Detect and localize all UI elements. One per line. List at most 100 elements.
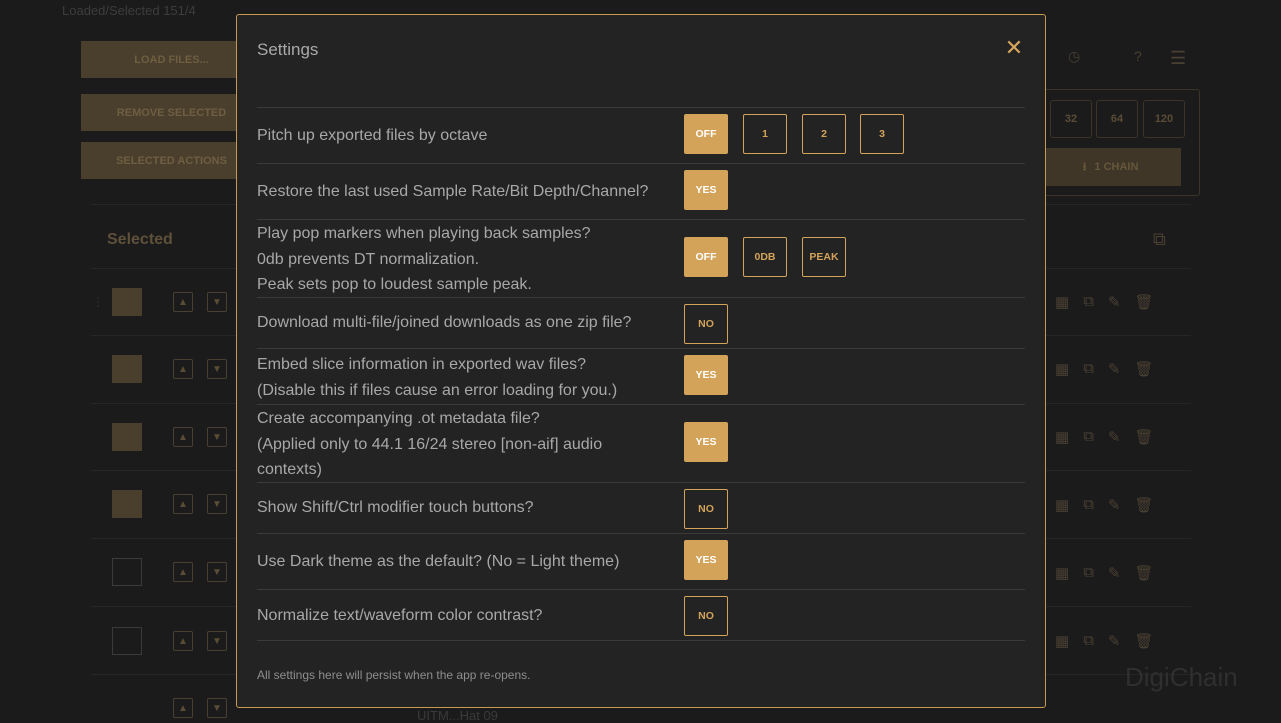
pop-peak-option[interactable]: PEAK xyxy=(802,237,846,277)
download-icon: ⭳ xyxy=(1082,160,1087,173)
row-actions: ▦ ⧉ ✎ 🗑 xyxy=(1055,632,1154,650)
move-down-icon[interactable]: ▼ xyxy=(207,494,227,514)
row-actions: ▦ ⧉ ✎ 🗑 xyxy=(1055,293,1154,311)
setting-row-pop-markers: Play pop markers when playing back sampl… xyxy=(257,219,1025,297)
row-select-checkbox[interactable] xyxy=(112,288,142,316)
row-select-checkbox[interactable] xyxy=(112,627,142,655)
restore-rate-toggle[interactable]: YES xyxy=(684,170,728,210)
modifier-buttons-toggle[interactable]: NO xyxy=(684,489,728,529)
edit-icon[interactable]: ✎ xyxy=(1108,632,1121,650)
setting-label: Download multi-file/joined downloads as … xyxy=(257,314,632,331)
dialog-footer-note: All settings here will persist when the … xyxy=(257,668,531,682)
setting-label: Show Shift/Ctrl modifier touch buttons? xyxy=(257,499,534,516)
edit-icon[interactable]: ✎ xyxy=(1108,496,1121,514)
normalize-contrast-toggle[interactable]: NO xyxy=(684,596,728,636)
setting-row-zip-download: Download multi-file/joined downloads as … xyxy=(257,297,1025,348)
duplicate-icon[interactable]: ⧉ xyxy=(1083,360,1094,378)
duplicate-icon[interactable]: ⧉ xyxy=(1153,229,1166,250)
move-up-icon[interactable]: ▲ xyxy=(173,427,193,447)
edit-icon[interactable]: ✎ xyxy=(1108,564,1121,582)
loaded-status: Loaded/Selected 151/4 xyxy=(62,3,196,18)
setting-label: Use Dark theme as the default? (No = Lig… xyxy=(257,553,620,570)
slices-icon[interactable]: ▦ xyxy=(1055,428,1069,446)
setting-label: Normalize text/waveform color contrast? xyxy=(257,607,543,624)
row-select-checkbox[interactable] xyxy=(112,558,142,586)
selected-column-header: Selected xyxy=(107,231,173,248)
ot-metadata-toggle[interactable]: YES xyxy=(684,422,728,462)
slices-icon[interactable]: ▦ xyxy=(1055,496,1069,514)
move-down-icon[interactable]: ▼ xyxy=(207,292,227,312)
row-select-checkbox[interactable] xyxy=(112,423,142,451)
delete-icon[interactable]: 🗑 xyxy=(1134,496,1153,514)
delete-icon[interactable]: 🗑 xyxy=(1134,360,1153,378)
timer-icon[interactable]: ◷ xyxy=(1068,48,1080,65)
slice-64-button[interactable]: 64 xyxy=(1096,100,1138,138)
row-select-checkbox[interactable] xyxy=(112,355,142,383)
duplicate-icon[interactable]: ⧉ xyxy=(1083,632,1094,650)
move-up-icon[interactable]: ▲ xyxy=(173,631,193,651)
drag-handle-icon[interactable]: ⋮ xyxy=(92,295,104,309)
pitch-1-option[interactable]: 1 xyxy=(743,114,787,154)
pitch-off-option[interactable]: OFF xyxy=(684,114,728,154)
help-icon[interactable]: ? xyxy=(1134,48,1142,64)
setting-label: Embed slice information in exported wav … xyxy=(257,356,618,399)
row-actions: ▦ ⧉ ✎ 🗑 xyxy=(1055,360,1154,378)
dark-theme-toggle[interactable]: YES xyxy=(684,540,728,580)
move-up-icon[interactable]: ▲ xyxy=(173,698,193,718)
zip-download-toggle[interactable]: NO xyxy=(684,304,728,344)
selected-actions-button[interactable]: SELECTED ACTIONS xyxy=(81,142,262,179)
slices-icon[interactable]: ▦ xyxy=(1055,632,1069,650)
edit-icon[interactable]: ✎ xyxy=(1108,293,1121,311)
move-down-icon[interactable]: ▼ xyxy=(207,631,227,651)
row-actions: ▦ ⧉ ✎ 🗑 xyxy=(1055,496,1154,514)
duplicate-icon[interactable]: ⧉ xyxy=(1083,428,1094,446)
slice-32-button[interactable]: 32 xyxy=(1050,100,1092,138)
close-icon[interactable]: ✕ xyxy=(1003,37,1025,59)
slice-120-button[interactable]: 120 xyxy=(1143,100,1185,138)
load-files-button[interactable]: LOAD FILES... xyxy=(81,41,262,78)
duplicate-icon[interactable]: ⧉ xyxy=(1083,564,1094,582)
edit-icon[interactable]: ✎ xyxy=(1108,428,1121,446)
move-down-icon[interactable]: ▼ xyxy=(207,359,227,379)
move-up-icon[interactable]: ▲ xyxy=(173,359,193,379)
setting-label: Play pop markers when playing back sampl… xyxy=(257,225,591,293)
embed-slices-toggle[interactable]: YES xyxy=(684,355,728,395)
row-filename: UITM...Hat 09 xyxy=(417,708,498,723)
chain-button-label: 1 CHAIN xyxy=(1094,161,1139,173)
delete-icon[interactable]: 🗑 xyxy=(1134,293,1153,311)
setting-row-modifier-buttons: Show Shift/Ctrl modifier touch buttons? … xyxy=(257,482,1025,533)
pitch-2-option[interactable]: 2 xyxy=(802,114,846,154)
setting-row-dark-theme: Use Dark theme as the default? (No = Lig… xyxy=(257,533,1025,589)
duplicate-icon[interactable]: ⧉ xyxy=(1083,496,1094,514)
setting-row-embed-slices: Embed slice information in exported wav … xyxy=(257,348,1025,404)
settings-dialog: Settings ✕ Pitch up exported files by oc… xyxy=(236,14,1046,708)
setting-row-pitch-octave: Pitch up exported files by octave OFF 1 … xyxy=(257,107,1025,163)
delete-icon[interactable]: 🗑 xyxy=(1134,632,1153,650)
filter-settings-icon[interactable]: ☰ xyxy=(1170,48,1186,69)
move-down-icon[interactable]: ▼ xyxy=(207,698,227,718)
delete-icon[interactable]: 🗑 xyxy=(1134,564,1153,582)
slices-icon[interactable]: ▦ xyxy=(1055,564,1069,582)
pitch-3-option[interactable]: 3 xyxy=(860,114,904,154)
setting-label: Pitch up exported files by octave xyxy=(257,127,488,144)
duplicate-icon[interactable]: ⧉ xyxy=(1083,293,1094,311)
pop-off-option[interactable]: OFF xyxy=(684,237,728,277)
edit-icon[interactable]: ✎ xyxy=(1108,360,1121,378)
move-down-icon[interactable]: ▼ xyxy=(207,562,227,582)
delete-icon[interactable]: 🗑 xyxy=(1134,428,1153,446)
move-down-icon[interactable]: ▼ xyxy=(207,427,227,447)
setting-row-ot-metadata: Create accompanying .ot metadata file? (… xyxy=(257,404,1025,482)
slices-icon[interactable]: ▦ xyxy=(1055,293,1069,311)
dialog-title: Settings xyxy=(257,40,319,59)
slices-icon[interactable]: ▦ xyxy=(1055,360,1069,378)
chain-download-button[interactable]: ⭳ 1 CHAIN xyxy=(1040,148,1181,186)
move-up-icon[interactable]: ▲ xyxy=(173,562,193,582)
remove-selected-button[interactable]: REMOVE SELECTED xyxy=(81,94,262,131)
move-up-icon[interactable]: ▲ xyxy=(173,494,193,514)
setting-label: Restore the last used Sample Rate/Bit De… xyxy=(257,183,649,200)
move-up-icon[interactable]: ▲ xyxy=(173,292,193,312)
app-logo: DigiChain xyxy=(1125,662,1238,692)
row-select-checkbox[interactable] xyxy=(112,490,142,518)
pop-0db-option[interactable]: 0DB xyxy=(743,237,787,277)
setting-row-restore-sample-rate: Restore the last used Sample Rate/Bit De… xyxy=(257,163,1025,219)
